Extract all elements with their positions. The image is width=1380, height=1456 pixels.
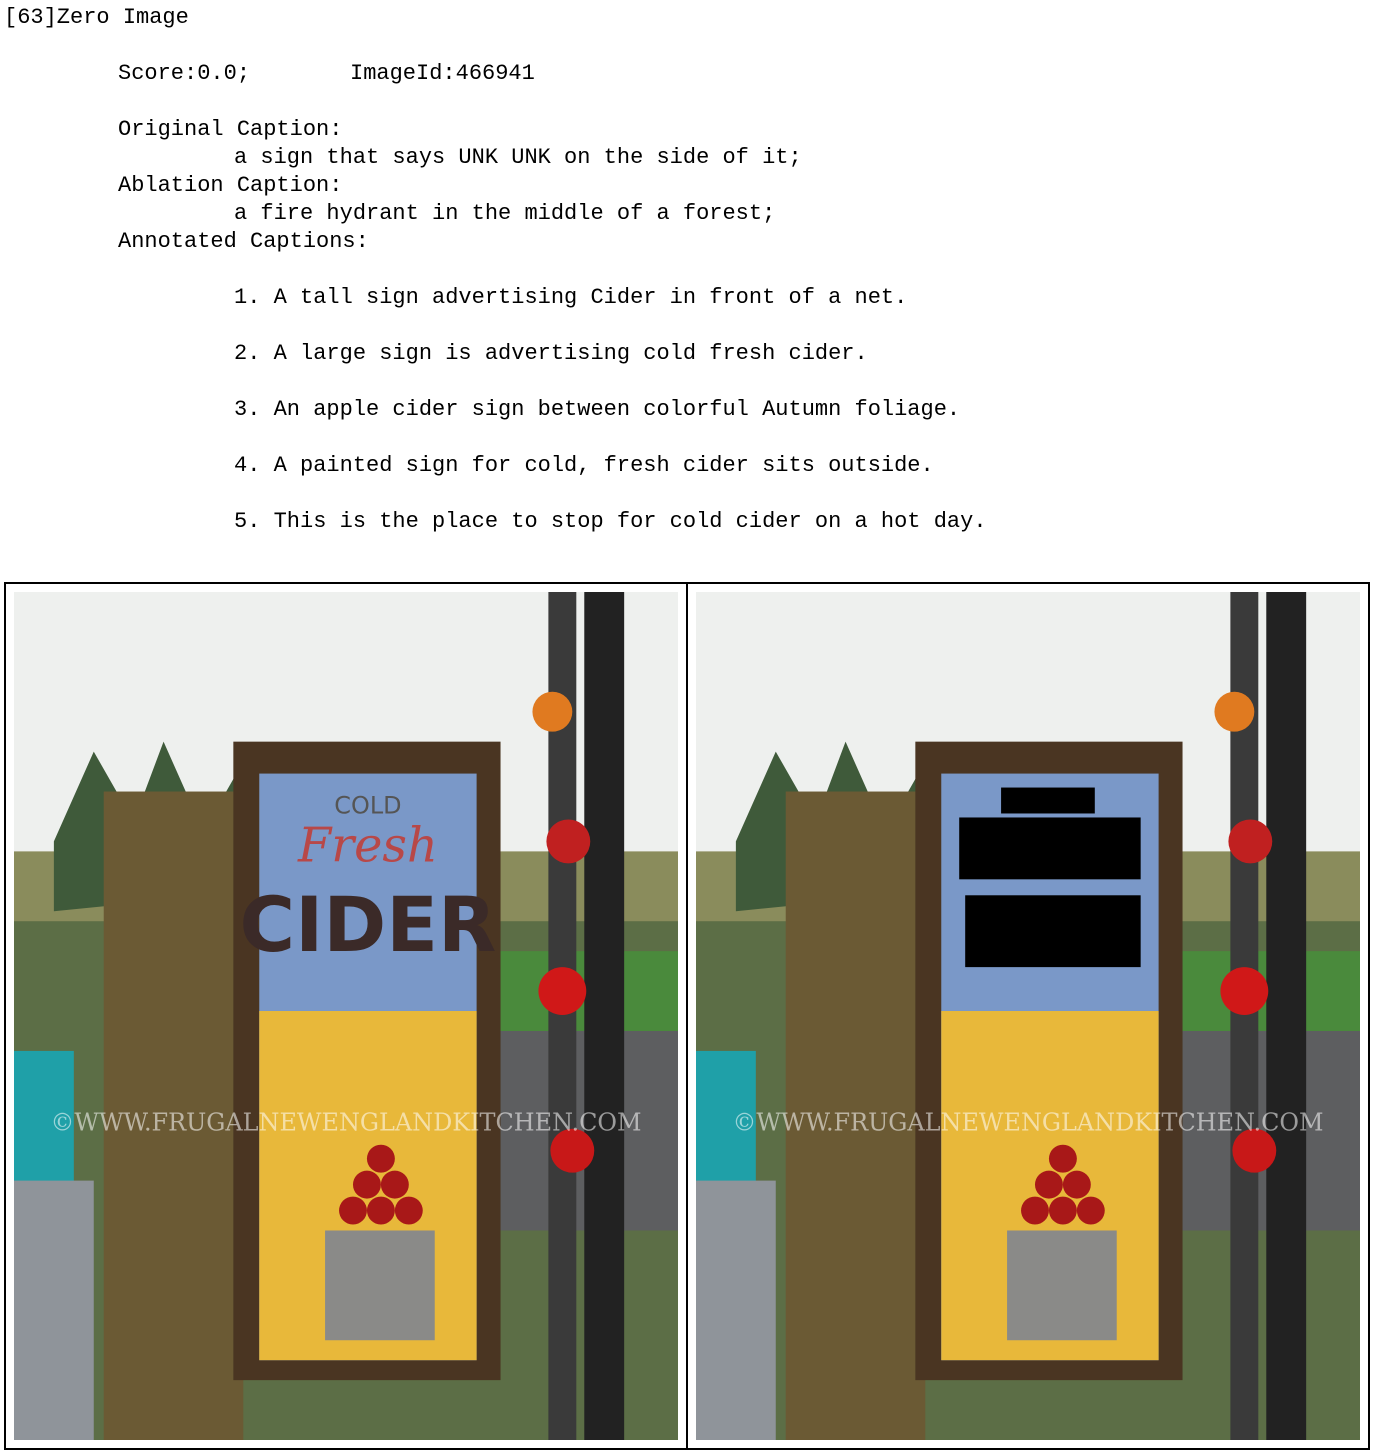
annotated-caption-item: 5. This is the place to stop for cold ci… <box>234 509 987 534</box>
sign-word-fresh: Fresh <box>297 818 438 873</box>
ablation-caption-label: Ablation Caption: <box>118 173 343 198</box>
watermark-text: ©WWW.FRUGALNEWENGLANDKITCHEN.COM <box>732 1109 1323 1137</box>
cider-sign-photo: COLD Fresh CIDER ©WWW.FRUGALNEWENGLANDKI… <box>14 592 678 1440</box>
original-caption-text: a sign that says UNK UNK on the side of … <box>234 145 802 170</box>
mask-block-cider <box>965 895 1141 968</box>
annotated-caption-item: 3. An apple cider sign between colorful … <box>234 397 961 422</box>
masked-sign-photo: ©WWW.FRUGALNEWENGLANDKITCHEN.COM <box>696 592 1360 1440</box>
ablated-image-panel: ©WWW.FRUGALNEWENGLANDKITCHEN.COM <box>688 584 1368 1448</box>
original-image-panel: COLD Fresh CIDER ©WWW.FRUGALNEWENGLANDKI… <box>6 584 688 1448</box>
ablation-caption-text: a fire hydrant in the middle of a forest… <box>234 201 776 226</box>
annotated-captions-label: Annotated Captions: <box>118 229 369 254</box>
annotated-caption-item: 2. A large sign is advertising cold fres… <box>234 341 868 366</box>
original-caption-label: Original Caption: <box>118 117 343 142</box>
image-id-text: ImageId:466941 <box>350 61 535 86</box>
ablated-photo: ©WWW.FRUGALNEWENGLANDKITCHEN.COM <box>696 592 1360 1440</box>
annotated-caption-item: 4. A painted sign for cold, fresh cider … <box>234 453 934 478</box>
image-comparison: COLD Fresh CIDER ©WWW.FRUGALNEWENGLANDKI… <box>4 582 1370 1450</box>
annotated-caption-item: 1. A tall sign advertising Cider in fron… <box>234 285 908 310</box>
page-title: [63]Zero Image <box>4 5 189 30</box>
sign-word-cold: COLD <box>334 791 401 819</box>
watermark-text: ©WWW.FRUGALNEWENGLANDKITCHEN.COM <box>50 1109 641 1137</box>
mask-block-fresh <box>959 817 1141 880</box>
original-photo: COLD Fresh CIDER ©WWW.FRUGALNEWENGLANDKI… <box>14 592 678 1440</box>
sign-word-cider: CIDER <box>240 881 497 969</box>
mask-block-cold <box>1001 787 1095 814</box>
score-text: Score:0.0; <box>118 61 251 86</box>
